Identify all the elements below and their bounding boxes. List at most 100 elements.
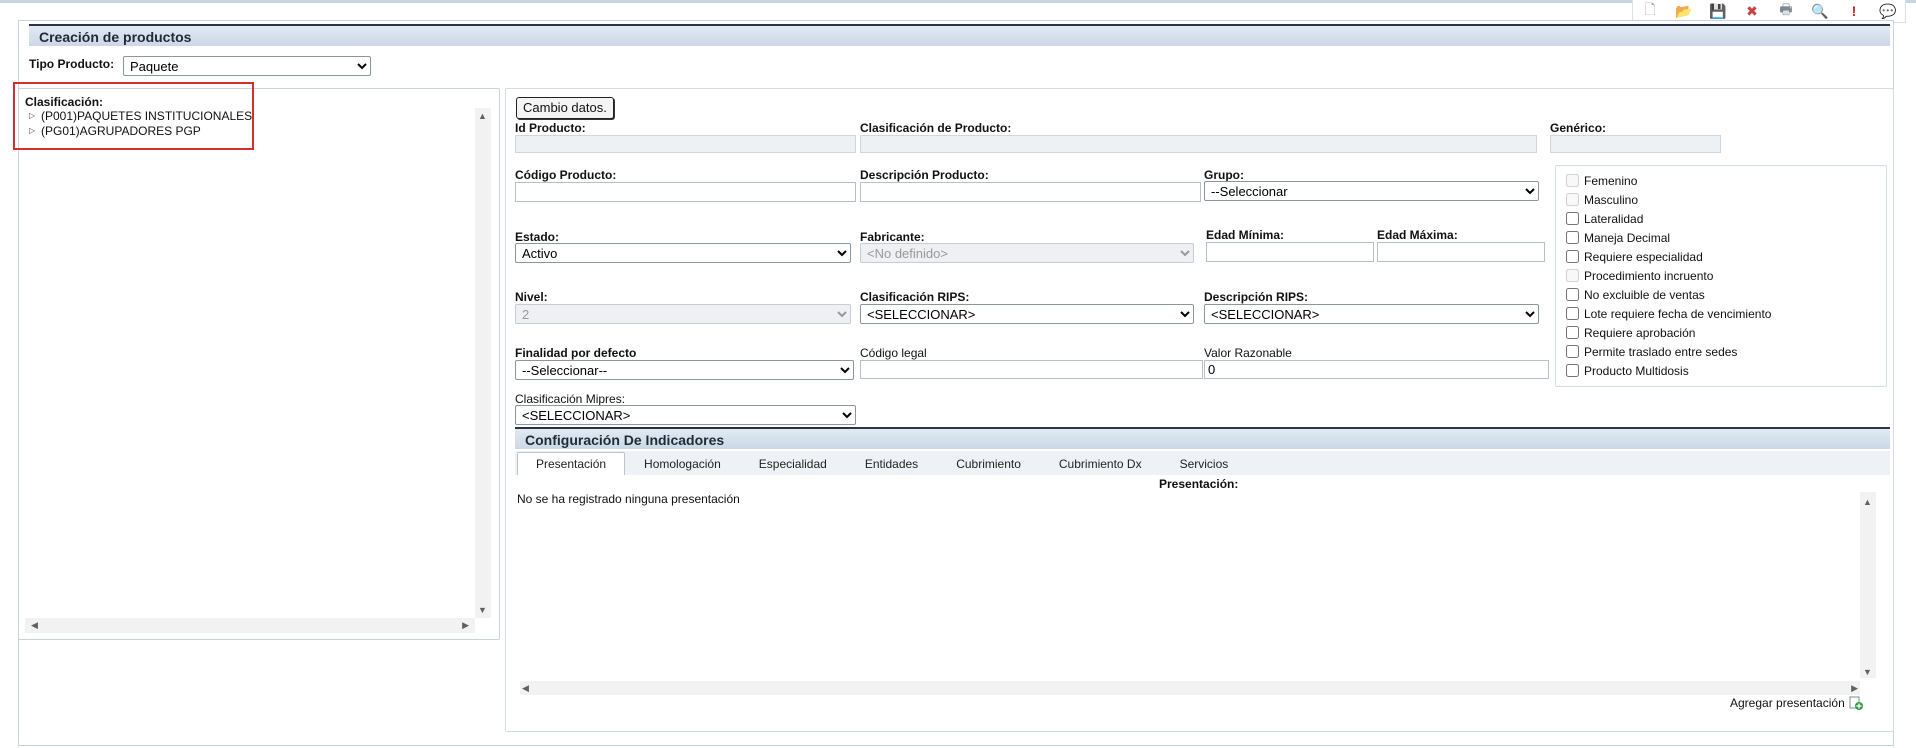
tab-cubrimiento[interactable]: Cubrimiento [937, 452, 1040, 475]
clasificacion-mipres-select[interactable]: <SELECCIONAR> [515, 405, 856, 425]
checkbox-requiere-aprobacion[interactable]: Requiere aprobación [1566, 323, 1771, 342]
tab-servicios[interactable]: Servicios [1161, 452, 1248, 475]
procedimiento-incruento-checkbox[interactable] [1566, 269, 1579, 282]
checkbox-producto-multidosis[interactable]: Producto Multidosis [1566, 361, 1771, 380]
scroll-down-icon[interactable]: ▼ [478, 605, 487, 615]
permite-traslado-checkbox[interactable] [1566, 345, 1579, 358]
checkbox-label: No excluible de ventas [1584, 287, 1705, 302]
checkbox-requiere-especialidad[interactable]: Requiere especialidad [1566, 247, 1771, 266]
scroll-left-icon[interactable]: ◀ [522, 683, 529, 694]
tree-vertical-scrollbar[interactable]: ▲ ▼ [475, 108, 491, 618]
expand-icon[interactable]: ▷ [29, 111, 37, 120]
tree-item-pg01[interactable]: ▷ (PG01)AGRUPADORES PGP [29, 123, 252, 138]
tree-horizontal-scrollbar[interactable]: ◀ ▶ [25, 618, 475, 633]
checkbox-label: Requiere aprobación [1584, 325, 1696, 340]
save-icon[interactable]: 💾 [1701, 0, 1735, 22]
clasificacion-rips-label: Clasificación RIPS: [860, 290, 970, 304]
expand-icon[interactable]: ▷ [29, 126, 37, 135]
tree-item-p001[interactable]: ▷ (P001)PAQUETES INSTITUCIONALES [29, 108, 252, 123]
valor-razonable-label: Valor Razonable [1204, 346, 1292, 360]
scroll-down-icon[interactable]: ▼ [1863, 667, 1872, 677]
codigo-legal-label: Código legal [860, 346, 927, 360]
checkbox-label: Requiere especialidad [1584, 249, 1703, 264]
edad-maxima-label: Edad Máxima: [1377, 228, 1458, 242]
tab-entidades[interactable]: Entidades [846, 452, 937, 475]
checkbox-label: Producto Multidosis [1584, 363, 1689, 378]
agregar-presentacion-link[interactable]: Agregar presentación [1730, 696, 1863, 710]
grupo-select[interactable]: --Seleccionar [1204, 181, 1539, 201]
checkbox-masculino[interactable]: Masculino [1566, 190, 1771, 209]
checkbox-label: Masculino [1584, 192, 1639, 207]
indicadores-title: Configuración De Indicadores [525, 432, 725, 448]
descripcion-producto-field[interactable] [860, 182, 1201, 202]
checkbox-femenino[interactable]: Femenino [1566, 171, 1771, 190]
descripcion-producto-label: Descripción Producto: [860, 168, 989, 182]
cambio-datos-button[interactable]: Cambio datos. [516, 97, 614, 119]
tab-homologacion[interactable]: Homologación [625, 452, 740, 475]
add-document-icon[interactable] [1849, 696, 1863, 710]
requiere-aprobacion-checkbox[interactable] [1566, 326, 1579, 339]
checkbox-no-excluible[interactable]: No excluible de ventas [1566, 285, 1771, 304]
tab-cubrimiento-dx[interactable]: Cubrimiento Dx [1040, 452, 1161, 475]
femenino-checkbox[interactable] [1566, 174, 1579, 187]
requiere-especialidad-checkbox[interactable] [1566, 250, 1579, 263]
clasificacion-producto-field[interactable] [860, 135, 1537, 153]
nivel-label: Nivel: [515, 290, 548, 304]
checkbox-lote-vencimiento[interactable]: Lote requiere fecha de vencimiento [1566, 304, 1771, 323]
tab-especialidad[interactable]: Especialidad [740, 452, 846, 475]
checkbox-label: Lote requiere fecha de vencimiento [1584, 306, 1772, 321]
valor-razonable-field[interactable] [1204, 360, 1549, 379]
tree-item-label: (PG01)AGRUPADORES PGP [41, 123, 201, 138]
descripcion-rips-select[interactable]: <SELECCIONAR> [1204, 304, 1539, 324]
checkbox-maneja-decimal[interactable]: Maneja Decimal [1566, 228, 1771, 247]
edad-minima-label: Edad Mínima: [1206, 228, 1285, 242]
scroll-up-icon[interactable]: ▲ [478, 111, 487, 121]
tipo-producto-select[interactable]: Paquete [123, 56, 371, 76]
nivel-select[interactable]: 2 [515, 304, 851, 324]
presentacion-horizontal-scrollbar[interactable]: ◀ ▶ [520, 681, 1860, 695]
edad-maxima-field[interactable] [1377, 242, 1545, 262]
delete-icon[interactable]: ✖ [1735, 0, 1769, 22]
tipo-producto-label: Tipo Producto: [29, 57, 115, 71]
codigo-legal-field[interactable] [860, 360, 1203, 379]
clasificacion-producto-label: Clasificación de Producto: [860, 121, 1012, 135]
masculino-checkbox[interactable] [1566, 193, 1579, 206]
scroll-right-icon[interactable]: ▶ [462, 620, 469, 631]
clasificacion-rips-select[interactable]: <SELECCIONAR> [860, 304, 1194, 324]
fabricante-select[interactable]: <No definido> [860, 243, 1194, 263]
presentacion-title: Presentación: [1159, 477, 1239, 491]
producto-multidosis-checkbox[interactable] [1566, 364, 1579, 377]
estado-select[interactable]: Activo [515, 243, 851, 263]
comment-icon[interactable]: 💬 [1871, 0, 1905, 22]
new-document-icon[interactable]: 🗋 [1633, 0, 1667, 22]
scroll-right-icon[interactable]: ▶ [1851, 683, 1858, 694]
id-producto-field[interactable] [515, 135, 856, 153]
lote-vencimiento-checkbox[interactable] [1566, 307, 1579, 320]
lateralidad-checkbox[interactable] [1566, 212, 1579, 225]
tab-presentacion[interactable]: Presentación [517, 452, 626, 475]
print-icon[interactable]: 🖶 [1769, 0, 1803, 22]
generico-field[interactable] [1550, 135, 1721, 153]
search-icon[interactable]: 🔍 [1803, 0, 1837, 22]
no-excluible-checkbox[interactable] [1566, 288, 1579, 301]
presentacion-list: No se ha registrado ninguna presentación [515, 490, 1860, 690]
estado-label: Estado: [515, 230, 560, 244]
checkbox-permite-traslado[interactable]: Permite traslado entre sedes [1566, 342, 1771, 361]
checkbox-label: Permite traslado entre sedes [1584, 344, 1738, 359]
finalidad-label: Finalidad por defecto [515, 346, 637, 360]
presentacion-vertical-scrollbar[interactable]: ▲ ▼ [1860, 492, 1876, 678]
finalidad-select[interactable]: --Seleccionar-- [515, 360, 854, 380]
checkbox-lateralidad[interactable]: Lateralidad [1566, 209, 1771, 228]
folder-icon[interactable]: 📂 [1667, 0, 1701, 22]
scroll-left-icon[interactable]: ◀ [31, 620, 38, 631]
checkbox-label: Procedimiento incruento [1584, 268, 1714, 283]
codigo-producto-field[interactable] [515, 182, 856, 202]
grupo-label: Grupo: [1204, 168, 1244, 182]
maneja-decimal-checkbox[interactable] [1566, 231, 1579, 244]
alert-icon[interactable]: ! [1837, 0, 1871, 22]
clasificacion-mipres-label: Clasificación Mipres: [515, 392, 626, 406]
edad-minima-field[interactable] [1206, 242, 1374, 262]
agregar-presentacion-label: Agregar presentación [1730, 696, 1845, 710]
checkbox-procedimiento-incruento[interactable]: Procedimiento incruento [1566, 266, 1771, 285]
scroll-up-icon[interactable]: ▲ [1863, 497, 1872, 507]
